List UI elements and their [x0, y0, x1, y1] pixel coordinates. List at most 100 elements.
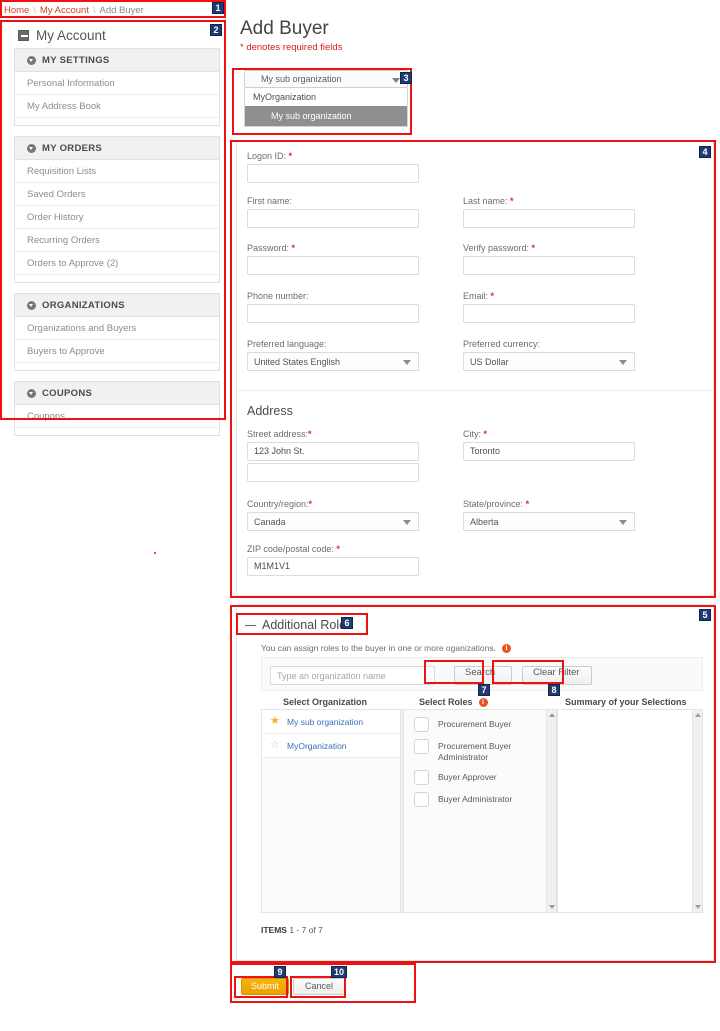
clear-filter-button[interactable]: Clear Filter: [522, 666, 592, 685]
sidebar-section-coupons: COUPONS Coupons: [14, 381, 220, 436]
summary-list-scrollbar[interactable]: [692, 710, 702, 912]
required-asterisk: *: [291, 243, 296, 253]
verify-password-input[interactable]: [463, 256, 635, 275]
dropdown-option-myorganization[interactable]: MyOrganization: [245, 88, 407, 106]
field-street-address: Street address:*: [247, 429, 419, 461]
cancel-button[interactable]: Cancel: [293, 978, 345, 995]
scroll-down-icon[interactable]: [549, 905, 555, 909]
section-footer-spacer: [15, 118, 219, 125]
sidebar-section-header[interactable]: COUPONS: [15, 382, 219, 405]
role-option[interactable]: Buyer Approver: [404, 763, 556, 785]
role-option[interactable]: Procurement Buyer: [404, 710, 556, 732]
organization-list-item[interactable]: ☆ MyOrganization: [262, 734, 410, 758]
section-footer-spacer: [15, 363, 219, 370]
sidebar-title-row[interactable]: My Account: [6, 22, 228, 48]
label-country-region: Country/region:*: [247, 499, 313, 509]
sidebar-item-orders-to-approve[interactable]: Orders to Approve (2): [15, 252, 219, 275]
sidebar-section-header[interactable]: MY SETTINGS: [15, 49, 219, 72]
collapse-minus-icon[interactable]: [245, 624, 256, 627]
page-title: Add Buyer: [240, 18, 329, 39]
label-phone-number: Phone number:: [247, 291, 309, 301]
additional-roles-title: Additional Roles: [262, 618, 353, 632]
chevron-down-circle-icon: [27, 55, 36, 65]
sidebar-section-label: ORGANIZATIONS: [42, 299, 125, 311]
preferred-currency-select[interactable]: US Dollar: [463, 352, 635, 371]
scroll-down-icon[interactable]: [695, 905, 701, 909]
additional-roles-header[interactable]: Additional Roles: [245, 618, 352, 632]
annotation-badge-9: 9: [274, 966, 286, 978]
sidebar-section-my-orders: MY ORDERS Requisition Lists Saved Orders…: [14, 136, 220, 283]
chevron-down-circle-icon: [27, 388, 36, 398]
breadcrumb-home[interactable]: Home: [4, 5, 29, 16]
state-province-select[interactable]: Alberta: [463, 512, 635, 531]
last-name-input[interactable]: [463, 209, 635, 228]
info-icon[interactable]: i: [478, 698, 488, 708]
role-checkbox[interactable]: [414, 717, 429, 732]
annotation-badge-8: 8: [548, 684, 560, 696]
sidebar-item-order-history[interactable]: Order History: [15, 206, 219, 229]
roles-list-scrollbar[interactable]: [546, 710, 556, 912]
logon-id-input[interactable]: [247, 164, 419, 183]
sidebar-section-header[interactable]: ORGANIZATIONS: [15, 294, 219, 317]
role-checkbox[interactable]: [414, 739, 429, 754]
sidebar-item-organizations-and-buyers[interactable]: Organizations and Buyers: [15, 317, 219, 340]
required-asterisk: *: [308, 429, 312, 439]
country-region-select[interactable]: Canada: [247, 512, 419, 531]
sidebar-item-requisition-lists[interactable]: Requisition Lists: [15, 160, 219, 183]
zip-code-input[interactable]: [247, 557, 419, 576]
city-input[interactable]: [463, 442, 635, 461]
column-header-select-roles: Select Roles i: [419, 697, 488, 708]
first-name-input[interactable]: [247, 209, 419, 228]
sidebar-section-header[interactable]: MY ORDERS: [15, 137, 219, 160]
info-icon[interactable]: i: [502, 644, 511, 654]
label-city: City: *: [463, 429, 488, 439]
section-footer-spacer: [15, 428, 219, 435]
email-input[interactable]: [463, 304, 635, 323]
required-asterisk: *: [525, 499, 530, 509]
sidebar-item-buyers-to-approve[interactable]: Buyers to Approve: [15, 340, 219, 363]
field-street-address-2: [247, 463, 419, 482]
sidebar-item-my-address-book[interactable]: My Address Book: [15, 95, 219, 118]
annotation-badge-6: 6: [341, 617, 353, 629]
label-password: Password: *: [247, 243, 296, 253]
label-state-province: State/province: *: [463, 499, 530, 509]
password-input[interactable]: [247, 256, 419, 275]
field-last-name: Last name: *: [463, 196, 635, 228]
sidebar-item-personal-information[interactable]: Personal Information: [15, 72, 219, 95]
items-count: ITEMS 1 - 7 of 7: [261, 925, 323, 935]
search-button[interactable]: Search: [454, 666, 512, 685]
role-checkbox[interactable]: [414, 770, 429, 785]
preferred-language-select[interactable]: United States English: [247, 352, 419, 371]
breadcrumb-separator: \: [92, 5, 96, 15]
organization-name: My sub organization: [287, 716, 364, 727]
breadcrumb-my-account[interactable]: My Account: [40, 5, 89, 16]
organization-search-input[interactable]: [270, 666, 435, 685]
collapse-minus-icon[interactable]: [18, 29, 29, 41]
main-header: Add Buyer * denotes required fields: [236, 18, 714, 53]
street-address-2-input[interactable]: [247, 463, 419, 482]
organization-dropdown-trigger[interactable]: My sub organization: [244, 70, 408, 88]
dropdown-option-my-sub-organization[interactable]: My sub organization: [245, 106, 407, 126]
organization-dropdown[interactable]: My sub organization MyOrganization My su…: [244, 70, 408, 127]
sidebar-item-coupons[interactable]: Coupons: [15, 405, 219, 428]
role-checkbox[interactable]: [414, 792, 429, 807]
submit-button[interactable]: Submit: [241, 978, 289, 995]
star-outline-icon[interactable]: ☆: [270, 740, 281, 751]
red-dot-artifact: [154, 552, 156, 554]
organization-dropdown-value: My sub organization: [261, 74, 342, 84]
field-zip-code: ZIP code/postal code: *: [247, 544, 419, 576]
role-option[interactable]: Procurement Buyer Administrator: [404, 732, 556, 763]
scroll-up-icon[interactable]: [549, 713, 555, 717]
star-filled-icon[interactable]: ★: [270, 716, 281, 727]
column-header-summary: Summary of your Selections: [565, 697, 687, 707]
organization-list-item[interactable]: ★ My sub organization: [262, 710, 410, 734]
street-address-input[interactable]: [247, 442, 419, 461]
sidebar-item-recurring-orders[interactable]: Recurring Orders: [15, 229, 219, 252]
label-preferred-currency: Preferred currency:: [463, 339, 541, 349]
additional-roles-panel: Additional Roles You can assign roles to…: [236, 604, 714, 961]
sidebar-section-organizations: ORGANIZATIONS Organizations and Buyers B…: [14, 293, 220, 371]
role-option[interactable]: Buyer Administrator: [404, 785, 556, 807]
phone-number-input[interactable]: [247, 304, 419, 323]
sidebar-item-saved-orders[interactable]: Saved Orders: [15, 183, 219, 206]
scroll-up-icon[interactable]: [695, 713, 701, 717]
